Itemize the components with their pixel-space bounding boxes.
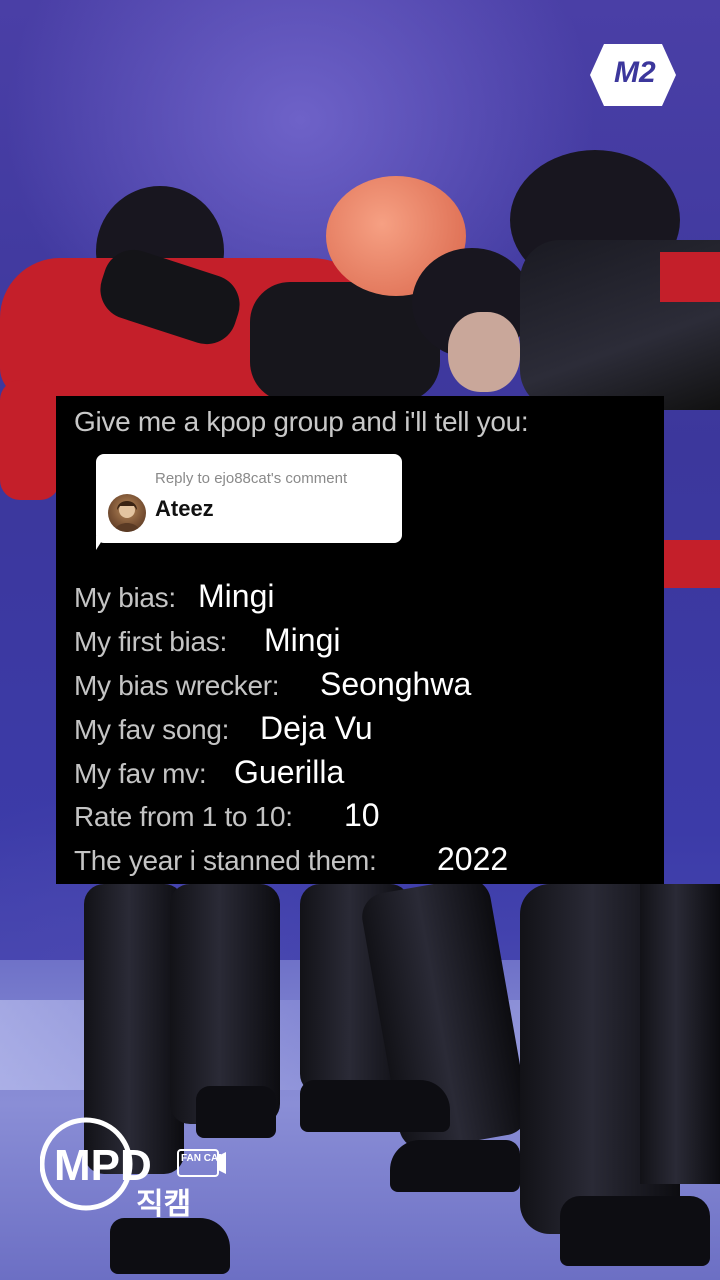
row-label: My fav mv:	[74, 758, 207, 789]
dancer-face	[448, 312, 520, 392]
row-label: My first bias:	[74, 626, 227, 657]
m2-logo-text: M2	[614, 56, 656, 89]
dancer-leg	[640, 884, 720, 1184]
row-value: Mingi	[264, 622, 341, 658]
reply-bubble-tail	[96, 536, 105, 550]
quiz-card: Give me a kpop group and i'll tell you: …	[56, 396, 664, 884]
row-label: The year i stanned them:	[74, 845, 377, 876]
dancer-sleeve	[664, 540, 720, 588]
dancer-boot	[110, 1218, 230, 1274]
reply-bubble[interactable]: Reply to ejo88cat's comment Ateez	[96, 454, 402, 543]
row-value: 2022	[437, 841, 509, 877]
reply-header: Reply to ejo88cat's comment	[155, 470, 348, 487]
row-label: My bias wrecker:	[74, 670, 280, 701]
korean-fancam-text: 직캠	[136, 1187, 191, 1220]
row-label: Rate from 1 to 10:	[74, 801, 293, 832]
row-value: Seonghwa	[320, 666, 472, 702]
reply-text: Ateez	[155, 496, 214, 521]
dancer-boot	[390, 1140, 520, 1192]
m2-logo: M2	[586, 42, 678, 108]
prompt-text: Give me a kpop group and i'll tell you:	[74, 406, 529, 437]
row-label: My bias:	[74, 582, 176, 613]
mpd-logo-text: MPD	[54, 1141, 152, 1190]
avatar	[108, 494, 146, 532]
row-label: My fav song:	[74, 714, 230, 745]
dancer-boot	[300, 1080, 450, 1132]
dancer-sleeve	[0, 380, 60, 500]
dancer-boot	[560, 1196, 710, 1266]
row-value: Deja Vu	[260, 710, 373, 746]
row-value: Guerilla	[234, 754, 345, 790]
mpd-fancam-logo: MPD FAN CAM 직캠	[39, 1116, 230, 1222]
row-value: Mingi	[198, 578, 275, 614]
row-value: 10	[344, 797, 380, 833]
dancer-collar	[660, 252, 720, 302]
